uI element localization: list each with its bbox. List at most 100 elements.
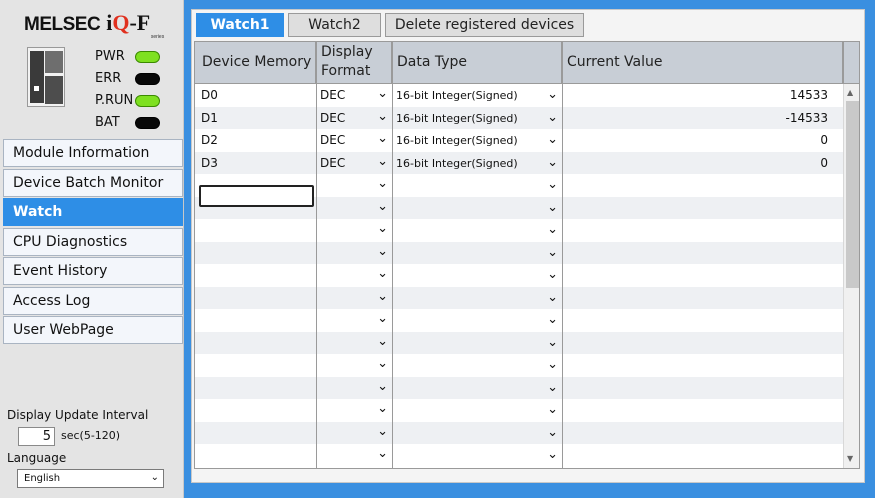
device-memory-cell[interactable]: [195, 377, 316, 400]
device-memory-cell[interactable]: [195, 219, 316, 242]
display-format-select[interactable]: ⌄: [316, 242, 392, 265]
table-row[interactable]: ⌄ ⌄: [195, 354, 843, 377]
chevron-down-icon: ⌄: [547, 267, 558, 282]
display-format-select[interactable]: ⌄: [316, 219, 392, 242]
sidebar-item-watch[interactable]: Watch: [3, 198, 183, 226]
data-type-select[interactable]: ⌄: [392, 264, 562, 287]
device-memory-cell[interactable]: D1: [195, 107, 316, 130]
device-memory-cell[interactable]: [195, 242, 316, 265]
table-row[interactable]: D2 DEC ⌄ 16-bit Integer(Signed) ⌄ 0: [195, 129, 843, 152]
header-current-value: Current Value: [562, 42, 843, 84]
display-format-select[interactable]: ⌄: [316, 197, 392, 220]
table-row[interactable]: D0 DEC ⌄ 16-bit Integer(Signed) ⌄ 14533: [195, 84, 843, 107]
device-memory-cell[interactable]: [195, 422, 316, 445]
plc-module-image: [27, 47, 65, 107]
data-type-select[interactable]: ⌄: [392, 444, 562, 467]
bat-led-icon: [135, 117, 160, 129]
sidebar-item-user-webpage[interactable]: User WebPage: [3, 316, 183, 344]
data-type-select[interactable]: 16-bit Integer(Signed) ⌄: [392, 129, 562, 152]
table-row[interactable]: ⌄ ⌄: [195, 444, 843, 467]
display-format-select[interactable]: ⌄: [316, 309, 392, 332]
device-memory-cell[interactable]: [195, 309, 316, 332]
data-type-select[interactable]: ⌄: [392, 399, 562, 422]
table-row[interactable]: D1 DEC ⌄ 16-bit Integer(Signed) ⌄ -14533: [195, 106, 843, 130]
device-memory-cell[interactable]: D2: [195, 129, 316, 152]
data-type-select[interactable]: ⌄: [392, 287, 562, 310]
data-type-select[interactable]: 16-bit Integer(Signed) ⌄: [392, 84, 562, 107]
table-row[interactable]: ⌄ ⌄: [195, 376, 843, 400]
language-select[interactable]: English ⌄: [17, 469, 164, 488]
device-memory-cell[interactable]: [195, 264, 316, 287]
display-format-select[interactable]: ⌄: [316, 287, 392, 310]
table-row[interactable]: ⌄ ⌄: [195, 219, 843, 242]
tab-watch1[interactable]: Watch1: [196, 13, 284, 37]
device-memory-cell[interactable]: [195, 287, 316, 310]
sidebar-item-module-information[interactable]: Module Information: [3, 139, 183, 167]
device-memory-cell[interactable]: [195, 332, 316, 355]
update-interval-range: sec(5-120): [61, 429, 121, 442]
device-memory-cell[interactable]: D3: [195, 152, 316, 175]
display-format-select[interactable]: ⌄: [316, 422, 392, 445]
data-type-select[interactable]: 16-bit Integer(Signed) ⌄: [392, 107, 562, 130]
device-memory-cell[interactable]: [195, 444, 316, 467]
data-type-select[interactable]: ⌄: [392, 219, 562, 242]
current-value-cell: -14533: [785, 110, 828, 125]
data-type-select[interactable]: ⌄: [392, 309, 562, 332]
melsec-logo: MELSEC iQ-F series: [24, 10, 164, 40]
table-row[interactable]: ⌄ ⌄: [195, 309, 843, 332]
sidebar-nav: Module Information Device Batch Monitor …: [3, 139, 183, 346]
status-label: PWR: [95, 49, 125, 64]
data-type-select[interactable]: ⌄: [392, 174, 562, 197]
display-format-select[interactable]: ⌄: [316, 354, 392, 377]
chevron-down-icon: ⌄: [547, 289, 558, 305]
data-type-select[interactable]: ⌄: [392, 422, 562, 445]
data-type-select[interactable]: ⌄: [392, 354, 562, 377]
device-memory-cell[interactable]: [195, 354, 316, 377]
display-format-select[interactable]: DEC ⌄: [316, 152, 392, 175]
display-format-select[interactable]: DEC ⌄: [316, 84, 392, 107]
device-memory-cell[interactable]: [195, 399, 316, 422]
sidebar-item-event-history[interactable]: Event History: [3, 257, 183, 285]
device-memory-cell[interactable]: D0: [195, 84, 316, 107]
display-format-select[interactable]: ⌄: [316, 174, 392, 197]
sidebar-item-device-batch-monitor[interactable]: Device Batch Monitor: [3, 168, 183, 197]
display-format-select[interactable]: ⌄: [316, 399, 392, 422]
chevron-down-icon: ⌄: [547, 222, 558, 237]
column-divider: [316, 42, 317, 468]
table-row[interactable]: ⌄ ⌄: [195, 241, 843, 265]
display-format-select[interactable]: DEC ⌄: [316, 129, 392, 152]
chevron-down-icon: ⌄: [547, 312, 558, 327]
table-row[interactable]: ⌄ ⌄: [195, 421, 843, 445]
scroll-up-arrow-icon[interactable]: ▲: [847, 88, 853, 97]
scroll-down-arrow-icon[interactable]: ▼: [847, 454, 853, 463]
table-row[interactable]: ⌄ ⌄: [195, 286, 843, 310]
update-interval-label: Display Update Interval: [7, 408, 149, 422]
display-format-select[interactable]: ⌄: [316, 377, 392, 400]
chevron-down-icon: ⌄: [547, 199, 558, 215]
table-row[interactable]: ⌄ ⌄: [195, 331, 843, 355]
sidebar-item-cpu-diagnostics[interactable]: CPU Diagnostics: [3, 227, 183, 256]
table-row[interactable]: ⌄ ⌄: [195, 264, 843, 287]
data-type-select[interactable]: ⌄: [392, 242, 562, 265]
grid-header: Device Memory Display Format Data Type C…: [195, 42, 859, 84]
sidebar-item-access-log[interactable]: Access Log: [3, 286, 183, 315]
data-type-select[interactable]: 16-bit Integer(Signed) ⌄: [392, 152, 562, 175]
display-format-select[interactable]: DEC ⌄: [316, 107, 392, 130]
display-format-select[interactable]: ⌄: [316, 264, 392, 287]
device-memory-input[interactable]: [199, 185, 314, 207]
chevron-down-icon: ⌄: [377, 378, 388, 394]
display-format-select[interactable]: ⌄: [316, 332, 392, 355]
data-type-select[interactable]: ⌄: [392, 332, 562, 355]
table-row[interactable]: ⌄ ⌄: [195, 399, 843, 422]
logo-series: series: [150, 34, 165, 40]
data-type-select[interactable]: ⌄: [392, 197, 562, 220]
table-row[interactable]: D3 DEC ⌄ 16-bit Integer(Signed) ⌄ 0: [195, 151, 843, 175]
tab-watch2[interactable]: Watch2: [288, 13, 381, 37]
chevron-down-icon: ⌄: [547, 87, 558, 102]
data-type-select[interactable]: ⌄: [392, 377, 562, 400]
update-interval-input[interactable]: 5: [18, 427, 55, 446]
display-format-select[interactable]: ⌄: [316, 444, 392, 467]
tab-delete-registered-devices[interactable]: Delete registered devices: [385, 13, 584, 37]
grid-scrollbar[interactable]: ▲ ▼: [843, 84, 859, 468]
scroll-thumb[interactable]: [846, 101, 859, 288]
